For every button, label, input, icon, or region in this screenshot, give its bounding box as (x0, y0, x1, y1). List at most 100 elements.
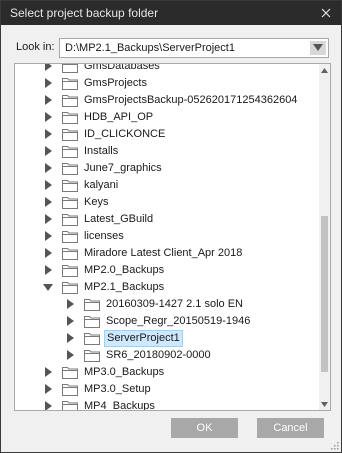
tree-item[interactable]: MP2.1_Backups (15, 279, 320, 296)
expander-icon[interactable] (43, 63, 53, 71)
tree-item-label: Keys (84, 196, 109, 208)
expander-icon[interactable] (43, 180, 53, 190)
folder-icon (62, 95, 78, 107)
tree-item[interactable]: Keys (15, 194, 320, 211)
folder-icon (62, 282, 78, 294)
expander-icon[interactable] (65, 350, 75, 360)
scroll-down-icon (321, 401, 328, 407)
tree-item-label: Scope_Regr_20150519-1946 (106, 315, 251, 327)
tree-item[interactable]: SR6_20180902-0000 (15, 347, 320, 364)
tree-item[interactable]: GmsProjects (15, 75, 320, 92)
tree-item[interactable]: GmsProjectsBackup-052620171254362604 (15, 92, 320, 109)
tree-item-label: ServerProject1 (104, 330, 183, 347)
dropdown-button[interactable] (310, 41, 326, 55)
expander-icon[interactable] (43, 248, 53, 258)
tree-item-label: MP2.1_Backups (84, 281, 165, 293)
folder-tree-list: GmsDatabases GmsProjects GmsProjectsBackup… (15, 63, 320, 411)
folder-icon (62, 129, 78, 141)
tree-item[interactable]: GmsDatabases (15, 63, 320, 75)
cancel-button[interactable]: Cancel (257, 418, 324, 438)
expander-icon[interactable] (43, 95, 53, 105)
scroll-down-button[interactable] (319, 398, 330, 410)
tree-item-label: licenses (84, 230, 124, 242)
tree-item[interactable]: licenses (15, 228, 320, 245)
expander-icon[interactable] (43, 401, 53, 411)
tree-item[interactable]: 20160309-1427 2.1 solo EN (15, 296, 320, 313)
expander-icon[interactable] (65, 316, 75, 326)
folder-icon (62, 384, 78, 396)
tree-item-label: Installs (84, 145, 119, 157)
folder-icon (62, 231, 78, 243)
scroll-up-icon (321, 67, 328, 73)
expanded-arrow-icon[interactable] (43, 282, 53, 292)
folder-icon (84, 350, 100, 362)
tree-item[interactable]: Installs (15, 143, 320, 160)
tree-item[interactable]: MP3.0_Setup (15, 381, 320, 398)
tree-item-label: MP3.0_Backups (84, 366, 165, 378)
tree-item[interactable]: HDB_API_OP (15, 109, 320, 126)
title-bar[interactable]: Select project backup folder (1, 1, 341, 25)
dialog-window: Select project backup folder Look in: D:… (0, 0, 342, 453)
tree-item-label: GmsDatabases (84, 63, 160, 72)
tree-item[interactable]: MP2.0_Backups (15, 262, 320, 279)
expander-icon[interactable] (43, 265, 53, 275)
folder-icon (62, 78, 78, 90)
expander-icon[interactable] (65, 299, 75, 309)
tree-item-label: Latest_GBuild (84, 213, 154, 225)
tree-item-label: GmsProjectsBackup-052620171254362604 (84, 94, 298, 106)
tree-item-label: MP2.0_Backups (84, 264, 165, 276)
folder-icon (62, 367, 78, 379)
close-button[interactable] (315, 3, 337, 23)
look-in-row: Look in: D:\MP2.1_Backups\ServerProject1 (13, 38, 331, 58)
tree-item-label: MP3.0_Setup (84, 383, 151, 395)
tree-item-label: ID_CLICKONCE (84, 128, 166, 140)
folder-icon (62, 401, 78, 410)
folder-icon (62, 265, 78, 277)
folder-icon (62, 112, 78, 124)
folder-icon (62, 64, 78, 73)
tree-item-label: Miradore Latest Client_Apr 2018 (84, 247, 243, 259)
expander-icon[interactable] (43, 112, 53, 122)
expander-icon[interactable] (43, 197, 53, 207)
tree-item-label: GmsProjects (84, 77, 147, 89)
window-title: Select project backup folder (10, 6, 159, 20)
vertical-scrollbar[interactable] (319, 64, 330, 410)
tree-item[interactable]: MP3.0_Backups (15, 364, 320, 381)
tree-item[interactable]: June7_graphics (15, 160, 320, 177)
close-icon (321, 8, 331, 18)
tree-item[interactable]: Latest_GBuild (15, 211, 320, 228)
ok-button[interactable]: OK (171, 418, 238, 438)
tree-item-label: SR6_20180902-0000 (106, 349, 211, 361)
folder-tree[interactable]: GmsDatabases GmsProjects GmsProjectsBackup… (14, 63, 331, 411)
look-in-label: Look in: (16, 41, 55, 53)
tree-item-label: kalyani (84, 179, 119, 191)
expander-icon[interactable] (43, 78, 53, 88)
expander-icon[interactable] (43, 163, 53, 173)
look-in-dropdown[interactable]: D:\MP2.1_Backups\ServerProject1 (59, 38, 329, 58)
tree-item[interactable]: ID_CLICKONCE (15, 126, 320, 143)
folder-icon (62, 248, 78, 260)
expander-icon[interactable] (43, 367, 53, 377)
expander-icon[interactable] (65, 333, 75, 343)
dropdown-arrow-icon (313, 44, 323, 51)
tree-item[interactable]: Scope_Regr_20150519-1946 (15, 313, 320, 330)
scroll-thumb[interactable] (321, 216, 328, 372)
tree-item[interactable]: ServerProject1 (15, 330, 320, 347)
folder-icon (62, 163, 78, 175)
expander-icon[interactable] (43, 129, 53, 139)
tree-item[interactable]: kalyani (15, 177, 320, 194)
tree-item-label: MP4_Backups (84, 400, 155, 411)
expander-icon[interactable] (43, 214, 53, 224)
expander-icon[interactable] (43, 146, 53, 156)
tree-item[interactable]: MP4_Backups (15, 398, 320, 411)
folder-icon (62, 146, 78, 158)
resize-grip-icon[interactable] (329, 440, 339, 450)
folder-icon (62, 214, 78, 226)
tree-item-label: HDB_API_OP (84, 111, 154, 123)
expander-icon[interactable] (43, 384, 53, 394)
tree-item[interactable]: Miradore Latest Client_Apr 2018 (15, 245, 320, 262)
tree-item-label: June7_graphics (84, 162, 162, 174)
expander-icon[interactable] (43, 231, 53, 241)
scroll-up-button[interactable] (319, 64, 330, 76)
folder-icon (62, 197, 78, 209)
